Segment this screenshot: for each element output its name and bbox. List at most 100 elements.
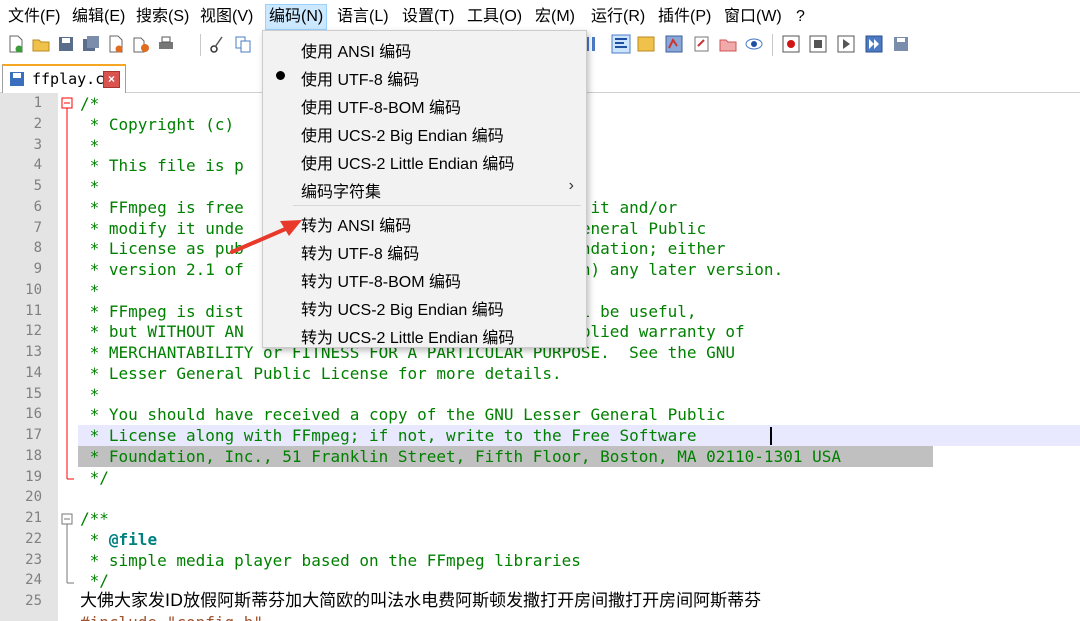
code-text: * @file [80, 530, 157, 549]
line-number: 21 [25, 510, 42, 526]
submenu-chevron-icon: › [568, 177, 574, 194]
code-text: * simple media player based on the FFmpe… [80, 550, 581, 570]
menu-language[interactable]: 语言(L) [337, 7, 389, 27]
code-line: 14 * Lesser General Public License for m… [0, 363, 1080, 384]
menu-item-label: 转为 ANSI 编码 [301, 218, 412, 235]
menu-settings[interactable]: 设置(T) [402, 7, 454, 27]
code-text: */ [80, 467, 109, 487]
code-text-prefix: * [80, 529, 109, 549]
menu-plugins[interactable]: 插件(P) [658, 7, 711, 27]
tab-ffplay-c[interactable]: ffplay.c × [2, 64, 126, 93]
eye-icon[interactable] [744, 34, 764, 54]
menu-item-label: 使用 UCS-2 Little Endian 编码 [301, 156, 515, 173]
code-line: 19 */ [0, 467, 1080, 488]
line-number: 10 [25, 281, 42, 298]
folder-workspace-icon[interactable] [692, 34, 712, 54]
record-macro-icon[interactable] [781, 34, 801, 54]
open-file-icon[interactable] [31, 34, 51, 54]
checked-bullet-icon [276, 71, 285, 80]
menu-item-use-ucs2-be[interactable]: 使用 UCS-2 Big Endian 编码 [263, 117, 586, 145]
menu-help[interactable]: ? [796, 7, 805, 27]
code-text: * [80, 280, 100, 300]
code-line: 17 * License along with FFmpeg; if not, … [0, 425, 1080, 446]
toolbar-separator [772, 34, 773, 56]
line-number: 7 [33, 219, 42, 236]
menu-item-convert-utf8[interactable]: 转为 UTF-8 编码 [263, 235, 586, 263]
monitoring-icon[interactable] [718, 34, 738, 54]
menu-item-convert-ucs2-le[interactable]: 转为 UCS-2 Little Endian 编码 [263, 319, 586, 347]
save-macro-icon[interactable] [892, 34, 912, 54]
code-text: * Foundation, Inc., 51 Franklin Street, … [80, 446, 841, 466]
stop-macro-icon[interactable] [808, 34, 828, 54]
menu-item-label: 转为 UCS-2 Big Endian 编码 [301, 302, 504, 319]
menu-item-convert-utf8-bom[interactable]: 转为 UTF-8-BOM 编码 [263, 263, 586, 291]
menu-item-use-ucs2-le[interactable]: 使用 UCS-2 Little Endian 编码 [263, 145, 586, 173]
menu-item-character-sets[interactable]: 编码字符集 › [263, 173, 586, 201]
menu-window[interactable]: 窗口(W) [724, 7, 782, 27]
word-wrap-icon[interactable] [611, 34, 631, 54]
menu-tools[interactable]: 工具(O) [467, 7, 522, 27]
line-number: 3 [33, 136, 42, 153]
menu-edit[interactable]: 编辑(E) [72, 7, 125, 27]
save-icon[interactable] [56, 34, 76, 54]
menu-view[interactable]: 视图(V) [200, 7, 253, 27]
menu-macro[interactable]: 宏(M) [535, 7, 575, 27]
code-line: 24 */ [0, 570, 1080, 591]
code-line: 15 * [0, 384, 1080, 405]
menu-item-label: 转为 UCS-2 Little Endian 编码 [301, 330, 515, 347]
menu-run[interactable]: 运行(R) [591, 7, 645, 27]
line-number: 13 [25, 344, 42, 360]
play-macro-icon[interactable] [836, 34, 856, 54]
cut-icon[interactable] [208, 34, 228, 54]
code-text: /** [80, 509, 109, 528]
line-number: 14 [25, 364, 42, 381]
line-number: 1 [33, 95, 42, 111]
menu-encoding[interactable]: 编码(N) [265, 4, 328, 30]
menu-bar: 文件(F) 编辑(E) 搜索(S) 视图(V) 编码(N) 语言(L) 设置(T… [0, 0, 1080, 30]
line-number: 9 [33, 261, 42, 277]
doc-tag: @file [108, 529, 158, 549]
menu-item-use-utf8[interactable]: 使用 UTF-8 编码 [263, 61, 586, 89]
menu-item-use-utf8-bom[interactable]: 使用 UTF-8-BOM 编码 [263, 89, 586, 117]
code-line: 18 * Foundation, Inc., 51 Franklin Stree… [0, 445, 1080, 467]
function-list-icon[interactable] [664, 34, 684, 54]
menu-item-use-ansi[interactable]: 使用 ANSI 编码 [263, 33, 586, 61]
menu-item-label: 编码字符集 [301, 184, 382, 201]
doc-map-icon[interactable] [636, 34, 656, 54]
menu-item-label: 转为 UTF-8 编码 [301, 246, 420, 263]
code-line: 22 * @file [0, 529, 1080, 550]
menu-item-convert-ucs2-be[interactable]: 转为 UCS-2 Big Endian 编码 [263, 291, 586, 319]
menu-item-label: 使用 UTF-8-BOM 编码 [301, 100, 461, 117]
code-text: * License along with FFmpeg; if not, wri… [80, 426, 697, 445]
line-number: 17 [25, 427, 42, 443]
menu-item-label: 使用 UTF-8 编码 [301, 72, 420, 89]
code-text: * Lesser General Public License for more… [80, 363, 562, 383]
line-number: 24 [25, 572, 42, 589]
new-file-icon[interactable] [6, 34, 26, 54]
menu-search[interactable]: 搜索(S) [136, 7, 189, 27]
menu-item-convert-ansi[interactable]: 转为 ANSI 编码 [263, 207, 586, 235]
run-macro-multiple-icon[interactable] [864, 34, 884, 54]
line-number: 16 [25, 406, 42, 423]
line-number: 15 [25, 385, 42, 402]
save-all-icon[interactable] [81, 34, 101, 54]
line-number: 18 [25, 447, 42, 464]
copy-icon[interactable] [233, 34, 253, 54]
tab-close-icon[interactable]: × [103, 71, 120, 88]
code-text: * [80, 384, 100, 404]
text-caret [770, 427, 772, 445]
line-number: 4 [33, 157, 42, 174]
saved-file-icon [10, 72, 24, 86]
tab-label: ffplay.c [32, 70, 105, 88]
code-line-partial: #include "config.h" [0, 612, 1080, 621]
close-all-icon[interactable] [131, 34, 151, 54]
print-icon[interactable] [156, 34, 176, 54]
line-number: 20 [25, 489, 42, 506]
code-text: /* [80, 94, 100, 113]
line-number: 11 [25, 302, 42, 319]
code-text: 大佛大家发ID放假阿斯蒂芬加大简欧的叫法水电费阿斯顿发撒打开房间撒打开房间阿斯蒂… [80, 591, 762, 611]
menu-file[interactable]: 文件(F) [8, 7, 60, 27]
code-line: 21 /** [0, 508, 1080, 529]
close-icon[interactable] [106, 34, 126, 54]
code-text: #include "config.h" [80, 613, 263, 621]
